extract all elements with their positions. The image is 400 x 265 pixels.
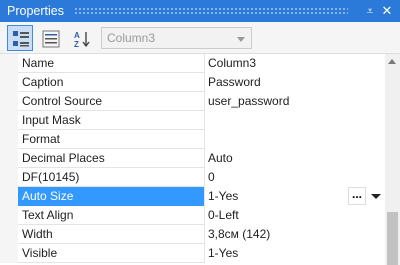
property-row-auto-size[interactable]: Auto Size 1-Yes ... bbox=[0, 187, 385, 206]
property-grid: Name Column3 Caption Password Control So… bbox=[0, 54, 385, 265]
property-row-format[interactable]: Format bbox=[0, 130, 385, 149]
property-name: Name bbox=[22, 56, 55, 70]
svg-text:Z: Z bbox=[74, 40, 79, 48]
property-name: Visible bbox=[22, 246, 58, 260]
window-title: Properties bbox=[7, 4, 64, 18]
property-value[interactable]: 1-Yes bbox=[205, 244, 385, 263]
object-select[interactable]: Column3 bbox=[101, 27, 252, 49]
property-name: Decimal Places bbox=[22, 151, 105, 165]
property-name: Caption bbox=[22, 75, 64, 89]
property-row-control-source[interactable]: Control Source user_password bbox=[0, 92, 385, 111]
title-bar: Properties ⩡ ✕ bbox=[0, 0, 400, 22]
property-row-name[interactable]: Name Column3 bbox=[0, 54, 385, 73]
row-margin bbox=[0, 225, 18, 244]
ellipsis-button[interactable]: ... bbox=[348, 187, 366, 205]
property-pages-button[interactable] bbox=[37, 25, 63, 51]
object-select-value: Column3 bbox=[107, 31, 156, 45]
property-value[interactable]: user_password bbox=[205, 92, 385, 111]
property-pages-icon bbox=[42, 30, 60, 48]
row-margin bbox=[0, 206, 18, 225]
row-margin bbox=[0, 73, 18, 92]
property-name: Width bbox=[22, 227, 53, 241]
row-margin bbox=[0, 187, 18, 206]
property-name: Format bbox=[22, 132, 61, 146]
vertical-scrollbar[interactable] bbox=[385, 54, 400, 265]
property-value[interactable]: Auto bbox=[205, 149, 385, 168]
close-icon[interactable]: ✕ bbox=[379, 1, 395, 21]
row-margin bbox=[0, 168, 18, 187]
row-margin bbox=[0, 54, 18, 73]
property-row-input-mask[interactable]: Input Mask bbox=[0, 111, 385, 130]
property-name: Control Source bbox=[22, 94, 103, 108]
categorized-view-button[interactable] bbox=[7, 25, 33, 51]
property-name: Input Mask bbox=[22, 113, 81, 127]
property-name: Auto Size bbox=[18, 187, 204, 206]
property-value[interactable] bbox=[205, 130, 385, 149]
pin-icon[interactable]: ⩡ bbox=[362, 1, 378, 21]
property-row-decimal-places[interactable]: Decimal Places Auto bbox=[0, 149, 385, 168]
property-name: Text Align bbox=[22, 208, 74, 222]
row-margin bbox=[0, 244, 18, 263]
property-row-width[interactable]: Width 3,8см (142) bbox=[0, 225, 385, 244]
row-margin bbox=[0, 111, 18, 130]
dropdown-arrow-icon[interactable] bbox=[366, 187, 385, 205]
sort-alphabetical-button[interactable]: A Z bbox=[68, 25, 94, 51]
toolbar: A Z Column3 bbox=[0, 22, 400, 54]
svg-text:A: A bbox=[74, 31, 80, 40]
row-margin bbox=[0, 92, 18, 111]
scroll-up-icon[interactable] bbox=[385, 54, 400, 68]
property-row-caption[interactable]: Caption Password bbox=[0, 73, 385, 92]
property-value[interactable]: 0 bbox=[205, 168, 385, 187]
property-value[interactable] bbox=[205, 111, 385, 130]
row-margin bbox=[0, 149, 18, 168]
property-value[interactable]: 0-Left bbox=[205, 206, 385, 225]
title-grip[interactable] bbox=[74, 7, 348, 15]
categorized-view-icon bbox=[13, 31, 29, 47]
property-value[interactable]: 3,8см (142) bbox=[205, 225, 385, 244]
property-row-text-align[interactable]: Text Align 0-Left bbox=[0, 206, 385, 225]
row-margin bbox=[0, 130, 18, 149]
property-value[interactable]: Column3 bbox=[205, 54, 385, 73]
property-row-visible[interactable]: Visible 1-Yes bbox=[0, 244, 385, 263]
chevron-down-icon bbox=[237, 37, 245, 42]
property-name: DF(10145) bbox=[22, 170, 80, 184]
property-value[interactable]: Password bbox=[205, 73, 385, 92]
property-row-df[interactable]: DF(10145) 0 bbox=[0, 168, 385, 187]
sort-alphabetical-icon: A Z bbox=[74, 31, 90, 48]
scrollbar-thumb[interactable] bbox=[387, 212, 398, 265]
